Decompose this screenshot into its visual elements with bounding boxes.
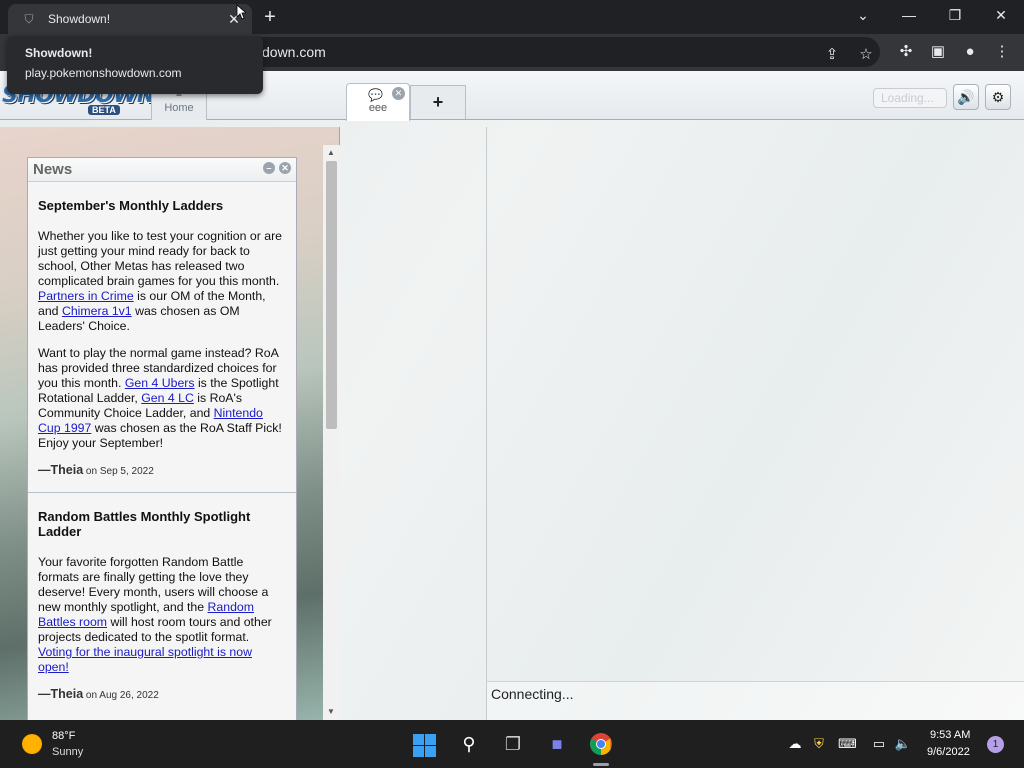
tooltip-title: Showdown!	[25, 46, 93, 60]
weather-description[interactable]: Sunny	[52, 746, 83, 758]
showdown-favicon-icon: ⛉	[24, 12, 34, 26]
windows-taskbar: 88°F Sunny ⚲ ❐ ■ ☁ ⛨ ⌨ ▭ 🔈 9:53 AM 9/6/2…	[0, 720, 1024, 768]
profile-icon[interactable]: ●	[958, 40, 982, 64]
new-room-tab-button[interactable]: +	[410, 85, 466, 119]
close-icon[interactable]: ✕	[279, 162, 291, 174]
scroll-up-icon[interactable]: ▲	[327, 148, 335, 157]
mouse-cursor-icon	[236, 4, 246, 20]
news-title: News	[33, 161, 73, 178]
news-link[interactable]: Chimera 1v1	[62, 304, 132, 318]
network-icon[interactable]: ▭	[870, 736, 888, 752]
news-date: on Sep 5, 2022	[83, 466, 154, 477]
news-item-paragraph: Your favorite forgotten Random Battle fo…	[38, 555, 272, 674]
news-link[interactable]: Voting for the inaugural spotlight is no…	[38, 645, 252, 674]
browser-tab[interactable]: ⛉ Showdown! ✕	[8, 4, 252, 34]
news-byline: —Theia on Aug 26, 2022	[38, 687, 286, 703]
scroll-down-icon[interactable]: ▼	[327, 707, 335, 716]
tooltip-url: play.pokemonshowdown.com	[25, 66, 182, 80]
left-pane-scrollbar[interactable]: ▲ ▼	[323, 145, 340, 720]
extensions-icon[interactable]: ✣	[894, 40, 918, 64]
minimize-icon[interactable]: –	[263, 162, 275, 174]
chrome-taskbar-icon[interactable]	[588, 732, 614, 756]
room-divider	[486, 127, 487, 720]
clock-time[interactable]: 9:53 AM	[930, 729, 970, 741]
connection-status: Connecting...	[487, 681, 1024, 720]
task-view-icon[interactable]: ❐	[500, 732, 526, 756]
share-icon[interactable]: ⇪	[820, 43, 844, 67]
logo-beta-badge: BETA	[88, 105, 120, 115]
teams-chat-icon[interactable]: ■	[544, 732, 570, 756]
tab-title: Showdown!	[48, 12, 111, 26]
news-item-paragraph: Whether you like to test your cognition …	[38, 229, 283, 333]
news-panel: News – ✕ September's Monthly Ladders Whe…	[27, 157, 297, 720]
news-author: —Theia	[38, 687, 84, 701]
onedrive-icon[interactable]: ☁	[786, 736, 804, 752]
news-item-paragraph: Want to play the normal game instead? Ro…	[38, 346, 282, 450]
news-item-heading: September's Monthly Ladders	[38, 198, 224, 213]
tab-home-label: Home	[164, 102, 194, 114]
clock-date[interactable]: 9/6/2022	[927, 746, 970, 758]
chat-bubble-icon: 💬	[368, 88, 383, 102]
news-item-heading: Random Battles Monthly Spotlight Ladder	[38, 509, 251, 539]
volume-icon[interactable]: 🔈	[894, 736, 912, 752]
news-byline: —Theia on Sep 5, 2022	[38, 463, 286, 479]
room-close-icon[interactable]: ✕	[392, 87, 405, 100]
news-header: News – ✕	[28, 158, 296, 182]
weather-temperature[interactable]: 88°F	[52, 730, 75, 742]
tab-room-label: eee	[368, 102, 388, 114]
page-viewport: SHOWDOWN BETA ▲ Home 💬 ✕ eee + Loading..…	[0, 71, 1024, 720]
search-icon[interactable]: ⚲	[456, 732, 482, 756]
tab-hover-tooltip: Showdown! play.pokemonshowdown.com	[7, 36, 263, 94]
tab-room-eee[interactable]: 💬 ✕ eee	[346, 83, 410, 121]
windows-start-icon[interactable]	[411, 732, 437, 757]
bookmark-star-icon[interactable]: ☆	[854, 43, 878, 67]
settings-gear-icon[interactable]: ⚙	[985, 84, 1011, 110]
restore-button[interactable]: ❐	[932, 0, 978, 30]
news-item: Random Battles Monthly Spotlight Ladder …	[28, 493, 296, 716]
new-tab-button[interactable]: +	[258, 6, 282, 28]
side-panel-icon[interactable]: ▣	[926, 40, 950, 64]
news-date: on Aug 26, 2022	[83, 690, 159, 701]
scroll-thumb[interactable]	[326, 161, 337, 429]
sound-icon[interactable]: 🔊	[953, 84, 979, 110]
sun-icon[interactable]	[22, 734, 42, 754]
news-item: September's Monthly Ladders Whether you …	[28, 182, 296, 493]
address-url: down.com	[262, 44, 326, 60]
menu-icon[interactable]: ⋮	[990, 40, 1014, 64]
tab-search-icon[interactable]: ⌄	[840, 0, 886, 30]
news-link[interactable]: Gen 4 Ubers	[125, 376, 195, 390]
news-link[interactable]: Partners in Crime	[38, 289, 134, 303]
close-window-button[interactable]: ✕	[978, 0, 1024, 30]
active-app-indicator	[593, 763, 609, 766]
security-warning-icon[interactable]: ⛨	[810, 736, 828, 752]
keyboard-icon[interactable]: ⌨	[838, 736, 857, 752]
news-body: September's Monthly Ladders Whether you …	[28, 182, 296, 716]
news-link[interactable]: Gen 4 LC	[141, 391, 194, 405]
chrome-icon	[590, 733, 612, 755]
loading-button[interactable]: Loading...	[873, 88, 947, 108]
notification-badge[interactable]: 1	[987, 736, 1004, 753]
home-left-pane: News – ✕ September's Monthly Ladders Whe…	[0, 127, 340, 720]
minimize-button[interactable]: —	[886, 0, 932, 30]
browser-titlebar: ⛉ Showdown! ✕ + ⌄ — ❐ ✕	[0, 0, 1024, 34]
news-author: —Theia	[38, 463, 84, 477]
